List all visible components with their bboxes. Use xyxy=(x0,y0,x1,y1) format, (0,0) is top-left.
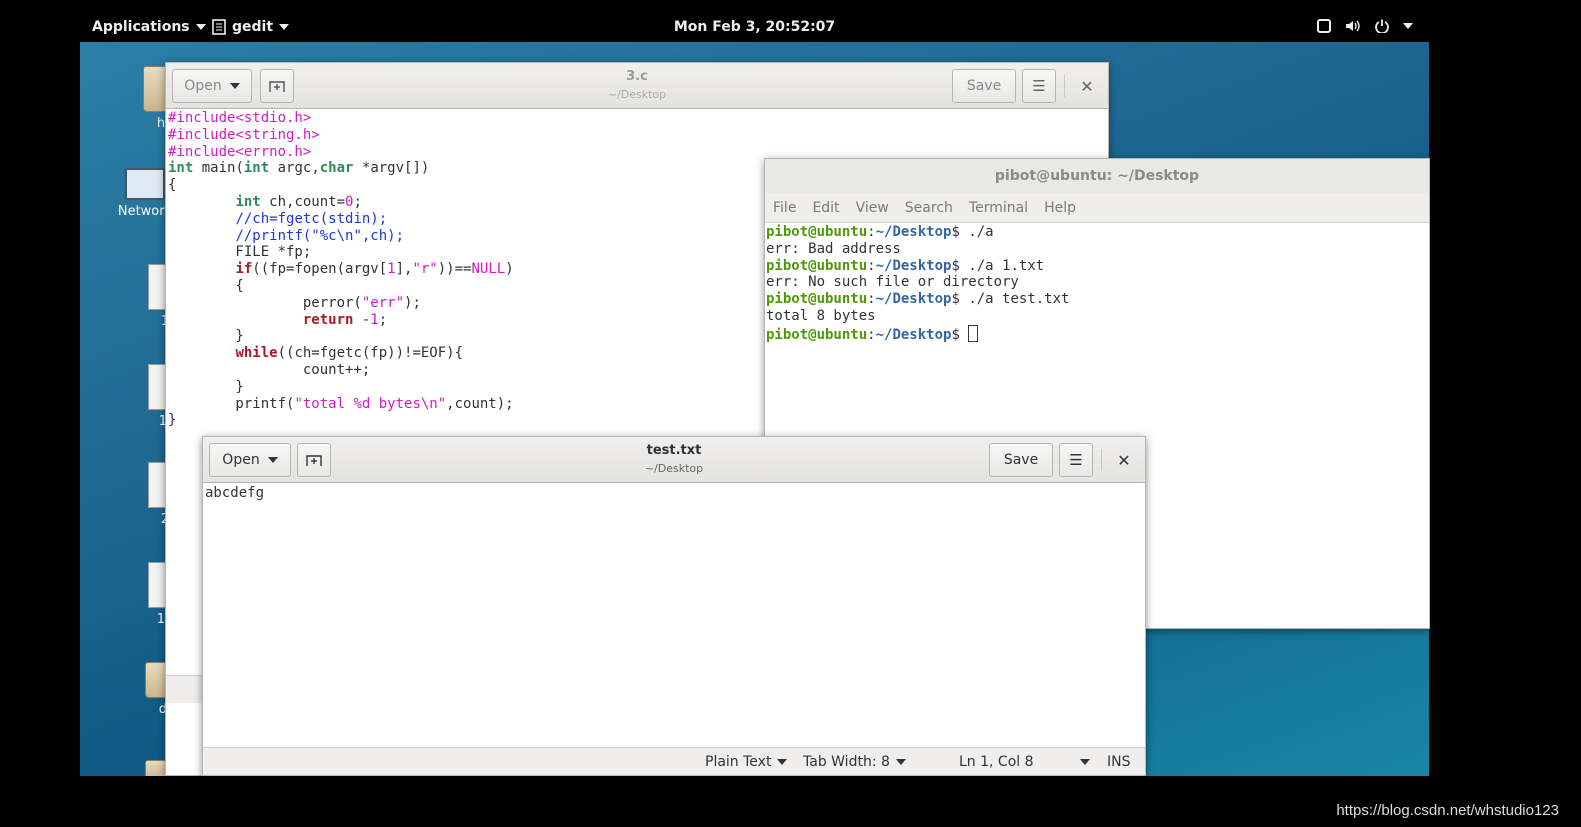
terminal-line: pibot@ubuntu:~/Desktop$ xyxy=(766,324,979,343)
close-button[interactable]: ✕ xyxy=(1070,69,1104,103)
watermark: https://blog.csdn.net/whstudio123 xyxy=(1336,802,1559,819)
cursor-position-label: Ln 1, Col 8 xyxy=(959,754,1034,770)
terminal-menu-bar: File Edit View Search Terminal Help xyxy=(765,193,1429,223)
volume-icon xyxy=(1346,20,1360,32)
cursor-position[interactable]: Ln 1, Col 8 xyxy=(959,754,1090,770)
close-icon: ✕ xyxy=(1117,450,1131,470)
terminal-title: pibot@ubuntu: ~/Desktop xyxy=(765,159,1429,193)
terminal-line: err: No such file or directory xyxy=(766,274,1019,291)
chevron-down-icon xyxy=(1079,759,1090,765)
terminal-line: total 8 bytes xyxy=(766,307,876,324)
menu-item-edit[interactable]: Edit xyxy=(812,200,839,216)
terminal-line: err: Bad address xyxy=(766,240,901,257)
tab-width-selector[interactable]: Tab Width: 8 xyxy=(803,754,906,770)
terminal-line: pibot@ubuntu:~/Desktop$ ./a test.txt xyxy=(766,291,1070,308)
status-bar-fragment xyxy=(166,675,206,703)
menu-item-file[interactable]: File xyxy=(773,200,796,216)
save-button-label: Save xyxy=(966,78,1002,94)
power-icon xyxy=(1375,19,1389,33)
menu-item-view[interactable]: View xyxy=(856,200,889,216)
header-bar: Open test.txt ~/Desktop Save ☰ ✕ xyxy=(203,437,1145,483)
save-button[interactable]: Save xyxy=(989,443,1053,477)
insert-mode[interactable]: INS xyxy=(1107,754,1131,770)
menu-item-terminal[interactable]: Terminal xyxy=(969,200,1028,216)
network-icon xyxy=(125,168,165,200)
system-status-menu[interactable] xyxy=(1317,19,1413,33)
save-button[interactable]: Save xyxy=(952,69,1016,103)
terminal-output[interactable]: pibot@ubuntu:~/Desktop$ ./a err: Bad add… xyxy=(766,224,1069,344)
clock-label: Mon Feb 3, 20:52:07 xyxy=(673,19,836,35)
chevron-down-icon xyxy=(777,759,788,765)
menu-item-help[interactable]: Help xyxy=(1044,200,1076,216)
status-bar: Plain Text Tab Width: 8 Ln 1, Col 8 INS xyxy=(203,747,1145,775)
hamburger-icon: ☰ xyxy=(1069,451,1083,469)
tab-width-label: Tab Width: 8 xyxy=(803,754,890,770)
clock[interactable]: Mon Feb 3, 20:52:07 xyxy=(80,19,1429,35)
top-bar: Applications gedit Mon Feb 3, 20:52:07 xyxy=(80,14,1429,42)
hamburger-icon: ☰ xyxy=(1032,77,1046,95)
insert-mode-label: INS xyxy=(1107,754,1131,770)
header-bar: Open 3.c ~/Desktop Save ☰ ✕ xyxy=(166,63,1108,109)
text-editor[interactable]: abcdefg xyxy=(205,485,264,502)
code-editor[interactable]: #include<stdio.h> #include<string.h> #in… xyxy=(168,110,514,429)
save-button-label: Save xyxy=(1003,452,1039,468)
close-icon: ✕ xyxy=(1080,76,1094,96)
window-icon xyxy=(1317,19,1331,33)
menu-button[interactable]: ☰ xyxy=(1059,443,1093,477)
close-button[interactable]: ✕ xyxy=(1107,443,1141,477)
gedit-window-test-txt: Open test.txt ~/Desktop Save ☰ ✕ abcdefg… xyxy=(202,436,1146,776)
terminal-line: pibot@ubuntu:~/Desktop$ ./a 1.txt xyxy=(766,257,1045,274)
chevron-down-icon xyxy=(895,759,906,765)
terminal-line: pibot@ubuntu:~/Desktop$ ./a xyxy=(766,224,994,240)
cursor xyxy=(968,324,979,342)
separator xyxy=(1101,449,1102,471)
menu-item-search[interactable]: Search xyxy=(905,200,953,216)
language-selector[interactable]: Plain Text xyxy=(705,754,788,770)
chevron-down-icon xyxy=(1403,23,1413,29)
language-label: Plain Text xyxy=(705,754,772,770)
menu-button[interactable]: ☰ xyxy=(1022,69,1056,103)
desktop-icon-label: Network xyxy=(117,204,173,219)
separator xyxy=(1064,75,1065,97)
